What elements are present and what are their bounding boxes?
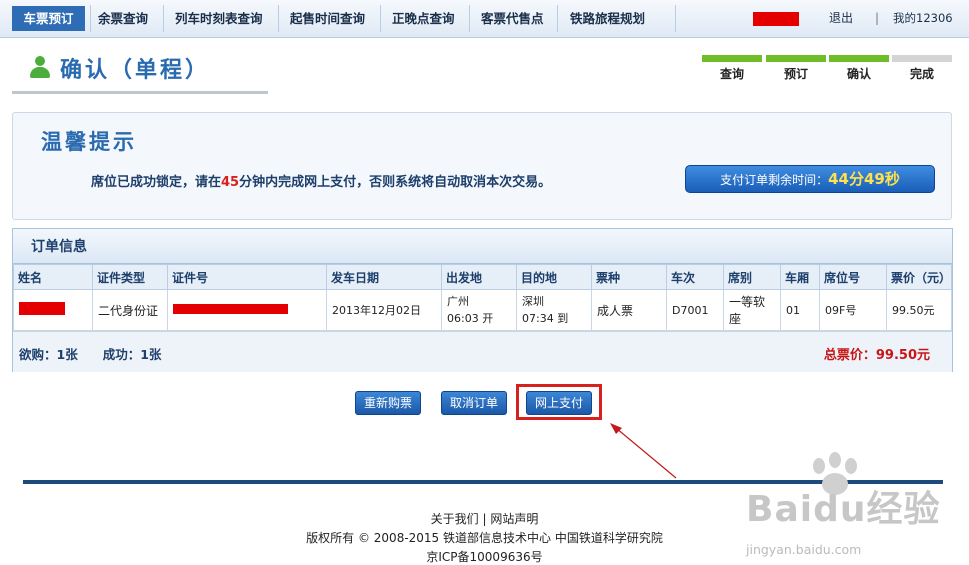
about-link[interactable]: 关于我们: [431, 512, 479, 526]
watermark-text: Baidu经验: [746, 489, 941, 530]
watermark-url: jingyan.baidu.com: [746, 542, 862, 557]
statement-link[interactable]: 网站声明: [490, 512, 538, 526]
footer-pipe: |: [482, 512, 487, 526]
